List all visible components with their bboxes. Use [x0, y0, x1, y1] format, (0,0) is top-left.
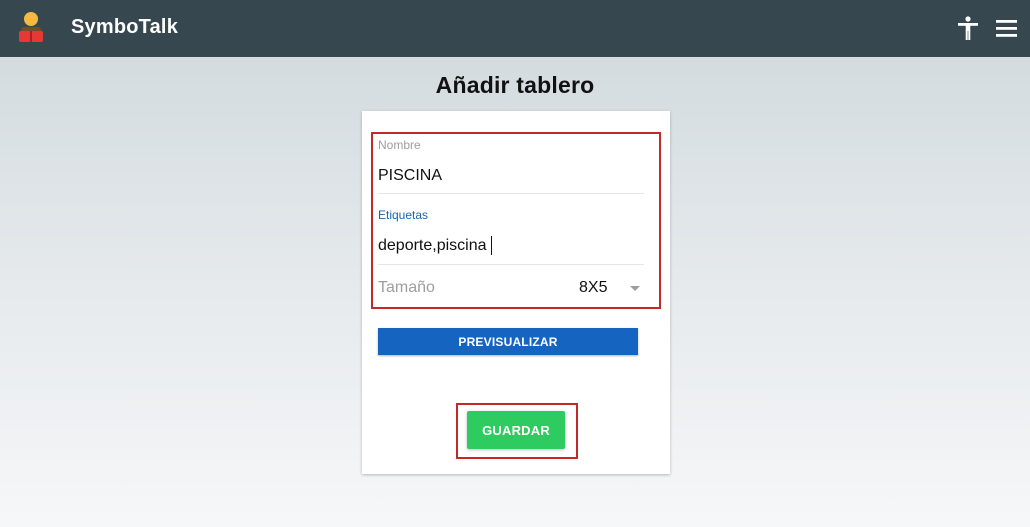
tags-field-label: Etiquetas — [378, 208, 429, 222]
tags-input[interactable] — [378, 236, 644, 256]
person-reading-icon — [19, 12, 43, 42]
name-input[interactable] — [378, 166, 644, 186]
text-cursor — [491, 236, 492, 255]
size-select-label: Tamaño — [378, 279, 435, 296]
accessibility-icon[interactable] — [957, 16, 979, 40]
hamburger-menu-icon[interactable] — [996, 20, 1017, 37]
tags-field-underline — [378, 264, 644, 265]
top-app-bar: SymboTalk — [0, 0, 1030, 57]
save-button[interactable]: GUARDAR — [467, 411, 565, 449]
size-select[interactable]: 8X5 — [579, 279, 607, 297]
preview-button[interactable]: PREVISUALIZAR — [378, 328, 638, 355]
page-title: Añadir tablero — [435, 72, 595, 98]
chevron-down-icon[interactable] — [630, 286, 640, 291]
app-title: SymboTalk — [71, 16, 179, 38]
name-field-label: Nombre — [378, 138, 421, 152]
name-field-underline — [378, 193, 644, 194]
